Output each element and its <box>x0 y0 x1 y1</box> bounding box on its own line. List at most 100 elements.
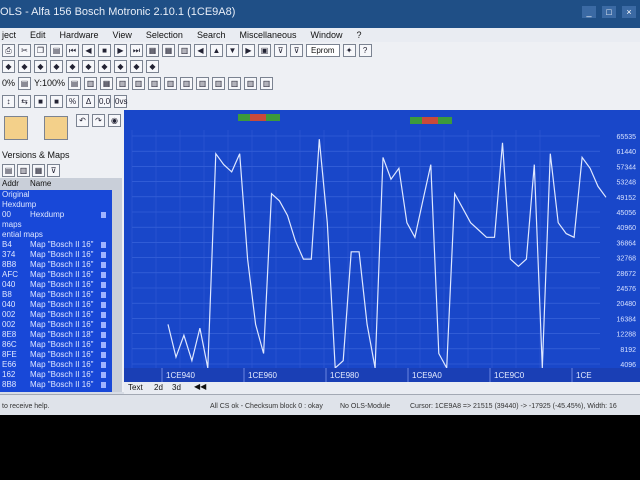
close-icon[interactable]: × <box>622 6 636 18</box>
tool9-icon[interactable]: ◆ <box>130 59 143 73</box>
list-item[interactable]: 86C Map "Bosch II 16" <box>0 340 112 350</box>
list-item[interactable]: ential maps <box>0 230 112 240</box>
list-item[interactable]: 8FE Map "Bosch II 16" <box>0 350 112 360</box>
view-mode-icon[interactable]: ▦ <box>146 43 159 57</box>
first-icon[interactable]: ⏮ <box>66 43 79 57</box>
menu-miscellaneous[interactable]: Miscellaneous <box>239 30 296 40</box>
grid-icon[interactable]: ▦ <box>162 43 175 57</box>
col5-icon[interactable]: ▥ <box>180 76 194 90</box>
whatsthis-icon[interactable]: ? <box>358 43 372 57</box>
download-icon[interactable]: ▼ <box>226 43 239 57</box>
minimize-icon[interactable]: _ <box>582 6 596 18</box>
forward-icon[interactable]: ▶ <box>114 43 127 57</box>
tool5-icon[interactable]: ◆ <box>66 59 79 73</box>
scroll-left-icon[interactable]: ◀◀ <box>194 382 206 391</box>
cut-icon[interactable]: ✂ <box>18 43 31 57</box>
col6-icon[interactable]: ▥ <box>196 76 210 90</box>
menu-search[interactable]: Search <box>197 30 226 40</box>
maximize-icon[interactable]: □ <box>602 6 616 18</box>
list-item[interactable]: 8E8 Map "Bosch II 18" <box>0 330 112 340</box>
list-item[interactable]: AFC Map "Bosch II 16" <box>0 270 112 280</box>
list-item[interactable]: 00 Hexdump <box>0 210 112 220</box>
zero-icon[interactable]: 0,0 <box>98 94 111 108</box>
project-icon[interactable]: ▣ <box>258 43 271 57</box>
list-item[interactable]: 002 Map "Bosch II 16" <box>0 320 112 330</box>
list-item[interactable]: 8B8 Map "Bosch II 16" <box>0 260 112 270</box>
filter-off-icon[interactable]: ⊽ <box>47 164 60 177</box>
menu-window[interactable]: Window <box>311 30 343 40</box>
menu-view[interactable]: View <box>113 30 132 40</box>
menu-project[interactable]: ject <box>2 30 16 40</box>
tab-text[interactable]: Text <box>128 383 143 392</box>
back-icon[interactable]: ◀ <box>82 43 95 57</box>
color-icon[interactable]: ■ <box>34 94 47 108</box>
col7-icon[interactable]: ▥ <box>212 76 226 90</box>
list-item[interactable]: E66 Map "Bosch II 16" <box>0 360 112 370</box>
col8-icon[interactable]: ▥ <box>228 76 242 90</box>
zoom-x-label[interactable]: 0% <box>2 78 15 88</box>
list-item[interactable]: 374 Map "Bosch II 16" <box>0 250 112 260</box>
col10-icon[interactable]: ▥ <box>260 76 274 90</box>
tool4-icon[interactable]: ◆ <box>50 59 63 73</box>
column-name[interactable]: Name <box>30 179 51 188</box>
list-item[interactable]: 8B8 Map "Bosch II 16" <box>0 380 112 390</box>
list-item[interactable]: B4 Map "Bosch II 16" <box>0 240 112 250</box>
tab-3d[interactable]: 3d <box>172 383 181 392</box>
list-item[interactable]: 002 Map "Bosch II 16" <box>0 310 112 320</box>
tool8-icon[interactable]: ◆ <box>114 59 127 73</box>
menu-selection[interactable]: Selection <box>146 30 183 40</box>
filter2-icon[interactable]: ⊽ <box>290 43 303 57</box>
undo-icon[interactable]: ↶ <box>76 114 89 127</box>
list-view-icon[interactable]: ▤ <box>2 164 15 177</box>
filter-icon[interactable]: ⊽ <box>274 43 287 57</box>
table-icon[interactable]: ▥ <box>178 43 191 57</box>
lightbulb-icon[interactable]: ✦ <box>342 43 356 57</box>
import-icon[interactable] <box>44 116 68 140</box>
tab-2d[interactable]: 2d <box>154 383 163 392</box>
width-icon[interactable]: ▥ <box>84 76 98 90</box>
menu-hardware[interactable]: Hardware <box>60 30 99 40</box>
last-icon[interactable]: ⏭ <box>130 43 143 57</box>
list-item[interactable]: 040 Map "Bosch II 16" <box>0 300 112 310</box>
arrow-icon[interactable]: ↕ <box>2 94 15 108</box>
graph-view[interactable]: 65535 61440 57344 53248 49152 45056 40960 36864… <box>124 110 640 382</box>
col-icon[interactable]: ▥ <box>116 76 130 90</box>
percent-icon[interactable]: % <box>66 94 79 108</box>
list-item[interactable]: Hexdump <box>0 200 112 210</box>
list-item[interactable]: 040 Map "Bosch II 16" <box>0 280 112 290</box>
paste-icon[interactable]: ▤ <box>50 43 63 57</box>
swap-icon[interactable]: ⇆ <box>18 94 31 108</box>
tool7-icon[interactable]: ◆ <box>98 59 111 73</box>
globe-icon[interactable]: ◉ <box>108 114 121 127</box>
tool10-icon[interactable]: ◆ <box>146 59 159 73</box>
ovs-icon[interactable]: 0vs <box>114 94 127 108</box>
zoom-x-icon[interactable]: ▤ <box>18 76 32 90</box>
detail-view-icon[interactable]: ▦ <box>32 164 45 177</box>
color2-icon[interactable]: ■ <box>50 94 63 108</box>
back-nav-icon[interactable]: ◀ <box>194 43 207 57</box>
col3-icon[interactable]: ▥ <box>148 76 162 90</box>
tool-icon[interactable]: ◆ <box>2 59 15 73</box>
maps-list-scrollbar[interactable] <box>112 178 122 392</box>
print-icon[interactable]: ⎙ <box>2 43 15 57</box>
menu-help[interactable]: ? <box>357 30 362 40</box>
hex-icon[interactable]: ▦ <box>100 76 114 90</box>
column-addr[interactable]: Addr <box>2 179 19 188</box>
list-item[interactable]: B8 Map "Bosch II 16" <box>0 290 112 300</box>
list-item[interactable]: Original <box>0 190 112 200</box>
stop-icon[interactable]: ■ <box>98 43 111 57</box>
list-item[interactable]: maps <box>0 220 112 230</box>
upload-icon[interactable]: ▲ <box>210 43 223 57</box>
col2-icon[interactable]: ▥ <box>132 76 146 90</box>
forward-nav-icon[interactable]: ▶ <box>242 43 255 57</box>
tool6-icon[interactable]: ◆ <box>82 59 95 73</box>
redo-icon[interactable]: ↷ <box>92 114 105 127</box>
eprom-select[interactable]: Eprom <box>306 43 340 57</box>
copy-icon[interactable]: ❐ <box>34 43 47 57</box>
tool2-icon[interactable]: ◆ <box>18 59 31 73</box>
tree-view-icon[interactable]: ▥ <box>17 164 30 177</box>
col9-icon[interactable]: ▥ <box>244 76 258 90</box>
tool3-icon[interactable]: ◆ <box>34 59 47 73</box>
open-project-icon[interactable] <box>4 116 28 140</box>
delta-icon[interactable]: Δ <box>82 94 95 108</box>
